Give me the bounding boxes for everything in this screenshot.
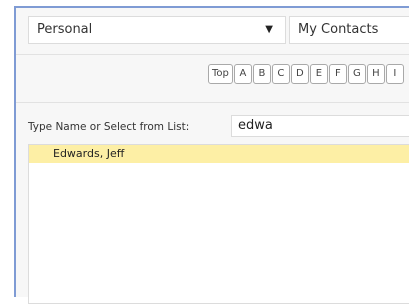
- search-label: Type Name or Select from List:: [28, 121, 190, 133]
- contacts-group-dropdown[interactable]: My Contacts: [289, 16, 409, 44]
- letter-button-f[interactable]: F: [328, 64, 347, 84]
- letter-button-a[interactable]: A: [233, 64, 252, 84]
- letter-button-e[interactable]: E: [309, 64, 328, 84]
- letter-button-h[interactable]: H: [366, 64, 385, 84]
- letter-button-c[interactable]: C: [271, 64, 290, 84]
- letter-button-top[interactable]: Top: [208, 64, 233, 84]
- letter-button-d[interactable]: D: [290, 64, 309, 84]
- letter-button-row: Top A B C D E F G H I: [208, 64, 405, 84]
- letter-filter-bar: Top A B C D E F G H I: [16, 55, 409, 103]
- contact-list[interactable]: Edwards, Jeff: [28, 144, 409, 304]
- list-item[interactable]: Edwards, Jeff: [29, 145, 409, 163]
- letter-button-g[interactable]: G: [347, 64, 366, 84]
- chevron-down-icon[interactable]: ▼: [265, 17, 273, 43]
- address-book-selected-label: Personal: [37, 22, 93, 37]
- search-row: Type Name or Select from List: edwa: [16, 112, 409, 140]
- letter-button-b[interactable]: B: [252, 64, 271, 84]
- contacts-group-selected-label: My Contacts: [298, 22, 379, 37]
- selector-bar: Personal ▼ My Contacts: [16, 8, 409, 55]
- letter-button-i[interactable]: I: [385, 64, 404, 84]
- search-input[interactable]: edwa: [231, 115, 409, 137]
- address-book-dropdown[interactable]: Personal ▼: [28, 16, 286, 44]
- contact-picker-window: Personal ▼ My Contacts Top A B C D E F G H I Type…: [14, 6, 409, 304]
